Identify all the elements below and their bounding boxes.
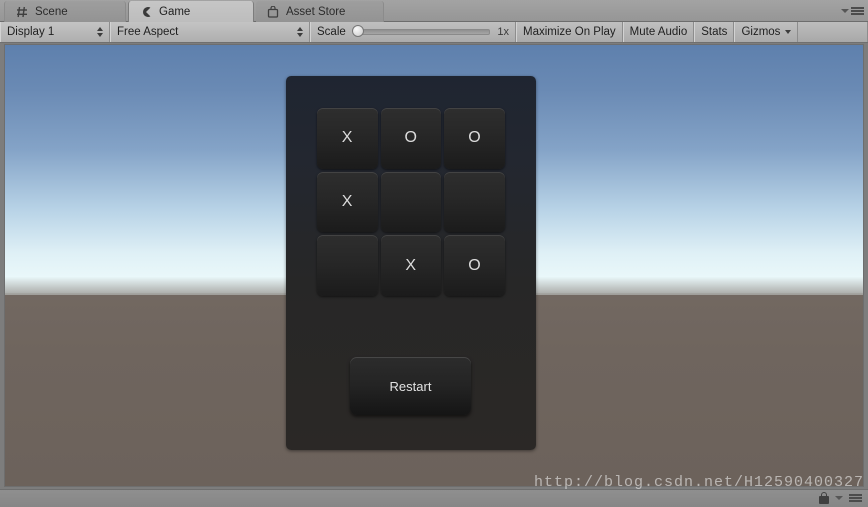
stats-button[interactable]: Stats [694, 22, 735, 42]
tab-asset-store[interactable]: Asset Store [256, 1, 384, 22]
aspect-dropdown-value: Free Aspect [117, 26, 179, 38]
view-tab-bar: Scene Game Asset Store [0, 0, 868, 22]
chevron-down-icon [785, 30, 792, 34]
stats-label: Stats [701, 26, 728, 38]
hamburger-menu-icon [851, 7, 864, 15]
status-bar-icons [819, 492, 862, 504]
cell-0-2[interactable]: O [444, 108, 505, 169]
pacman-icon [139, 5, 153, 19]
restart-button[interactable]: Restart [350, 357, 471, 415]
updown-arrows-icon [97, 27, 103, 37]
cell-1-1[interactable] [380, 171, 442, 233]
chevron-down-icon [841, 9, 849, 13]
aspect-ratio-dropdown[interactable]: Free Aspect [110, 22, 310, 42]
tab-game[interactable]: Game [128, 1, 254, 22]
toolbar-spacer [798, 22, 868, 42]
display-dropdown[interactable]: Display 1 [0, 22, 110, 42]
tictactoe-grid: X O O X X O [317, 108, 505, 296]
game-panel: X O O X X O Restart [286, 76, 536, 450]
scale-slider-group[interactable]: Scale 1x [310, 22, 516, 42]
game-render-frame[interactable]: X O O X X O Restart [4, 44, 864, 487]
tab-label: Game [159, 5, 191, 18]
maximize-on-play-label: Maximize On Play [523, 26, 616, 38]
gizmos-label: Gizmos [741, 26, 781, 38]
cell-1-0[interactable]: X [317, 171, 378, 233]
maximize-on-play-button[interactable]: Maximize On Play [516, 22, 623, 42]
tab-scene[interactable]: Scene [4, 1, 126, 22]
restart-button-label: Restart [389, 378, 432, 394]
cell-2-1[interactable]: X [380, 235, 442, 296]
cell-0-0[interactable]: X [317, 108, 378, 169]
grid-icon [15, 5, 29, 19]
hamburger-menu-icon[interactable] [849, 494, 862, 502]
game-view: X O O X X O Restart http://blog.csdn.net… [0, 43, 868, 507]
cell-2-2[interactable]: O [444, 235, 505, 296]
cell-2-0[interactable] [317, 235, 378, 296]
chevron-down-icon[interactable] [835, 496, 843, 500]
scale-label: Scale [317, 26, 346, 38]
gizmos-dropdown[interactable]: Gizmos [734, 22, 799, 42]
scale-slider-handle[interactable] [351, 25, 364, 37]
scale-slider[interactable] [351, 25, 491, 37]
tab-label: Scene [35, 5, 68, 18]
unity-editor-window: Scene Game Asset Store Display 1 Free As… [0, 0, 868, 507]
status-bar [0, 489, 868, 507]
tab-bar-menu-button[interactable] [838, 5, 864, 17]
mute-audio-label: Mute Audio [629, 26, 688, 38]
display-dropdown-value: Display 1 [7, 26, 55, 38]
game-view-toolbar: Display 1 Free Aspect Scale 1x Maximize … [0, 22, 868, 43]
cell-1-2[interactable] [444, 171, 505, 233]
scale-value: 1x [497, 26, 509, 38]
cell-0-1[interactable]: O [380, 108, 442, 169]
mute-audio-button[interactable]: Mute Audio [622, 22, 695, 42]
lock-icon[interactable] [819, 492, 829, 504]
tab-label: Asset Store [286, 5, 346, 18]
updown-arrows-icon [297, 27, 303, 37]
shopping-bag-icon [266, 5, 280, 19]
